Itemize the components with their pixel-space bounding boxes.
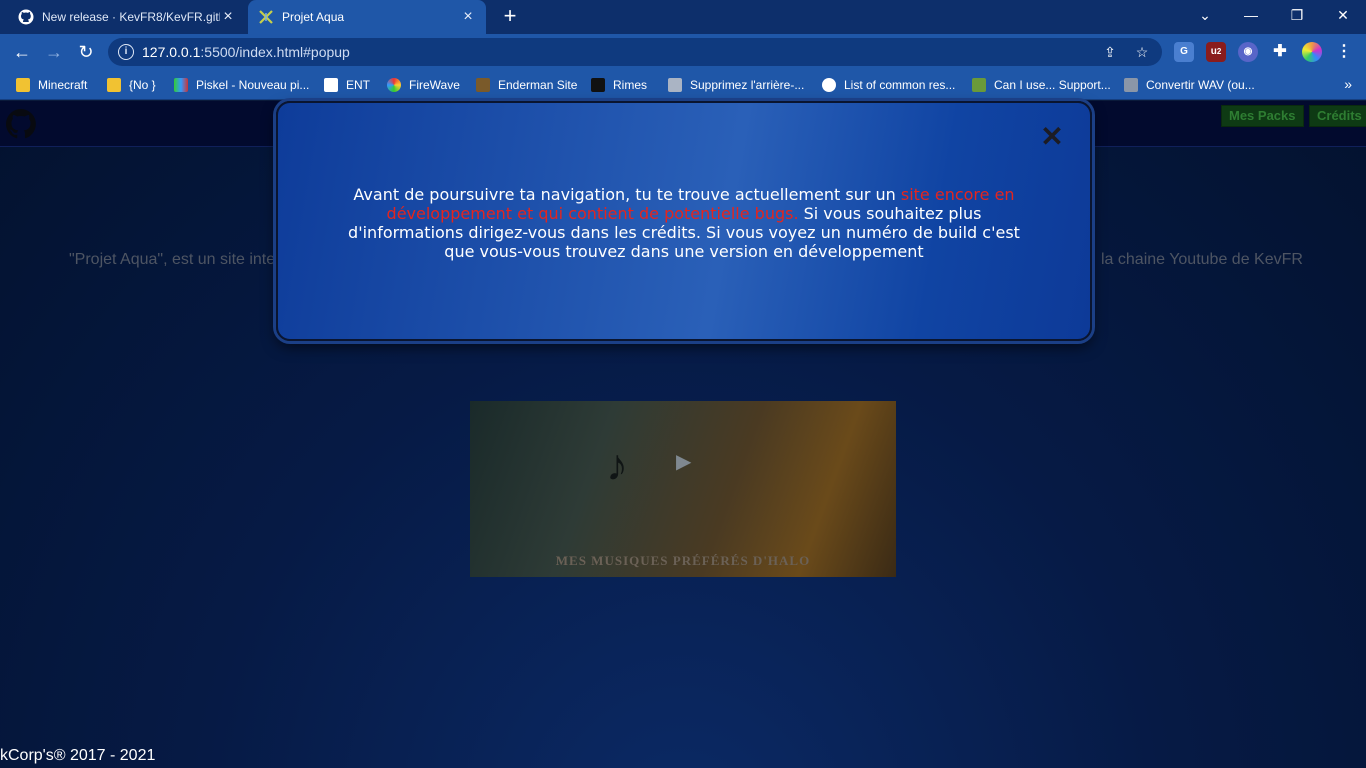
share-icon[interactable]: ⇪ — [1102, 44, 1118, 60]
url-text: 127.0.0.1:5500/index.html#popup — [142, 44, 350, 60]
mes-packs-button[interactable]: Mes Packs — [1221, 105, 1304, 127]
youtube-video-embed[interactable]: ♪ ▶ MES MUSIQUES PRÉFÉRÉS D'HALO — [470, 401, 896, 577]
bookmark-wikipedia[interactable]: List of common res... — [822, 76, 955, 94]
bookmarks-bar: Minecraft {No } Piskel - Nouveau pi... E… — [0, 70, 1366, 100]
bookmarks-overflow-button[interactable]: » — [1344, 76, 1352, 92]
bookmark-firewave[interactable]: FireWave — [387, 76, 460, 94]
bookmark-caniuse[interactable]: Can I use... Support... — [972, 76, 1111, 94]
bookmark-rimes[interactable]: Rimes — [591, 76, 647, 94]
tab-search-icon[interactable]: ⌄ — [1182, 0, 1228, 30]
github-icon — [18, 9, 34, 25]
new-tab-button[interactable]: + — [498, 4, 522, 28]
github-logo-icon[interactable] — [5, 109, 36, 139]
tab-title: Projet Aqua — [282, 10, 345, 24]
menu-kebab-icon[interactable]: ⋮ — [1334, 42, 1354, 62]
extensions-puzzle-icon[interactable]: ✚ — [1270, 42, 1290, 62]
ublock-extension-icon[interactable]: u2 — [1206, 42, 1226, 62]
translate-extension-icon[interactable]: G — [1174, 42, 1194, 62]
tab-title: New release · KevFR8/KevFR.githu — [42, 10, 220, 24]
convert-icon — [1124, 78, 1138, 92]
play-icon[interactable]: ▶ — [676, 449, 691, 474]
bookmark-convertir-wav[interactable]: Convertir WAV (ou... — [1124, 76, 1255, 94]
close-window-button[interactable]: ✕ — [1320, 0, 1366, 30]
footer-copyright: kCorp's® 2017 - 2021 — [0, 747, 156, 764]
site-info-icon[interactable]: i — [118, 44, 134, 60]
credits-button[interactable]: Crédits — [1309, 105, 1366, 127]
video-title: MES MUSIQUES PRÉFÉRÉS D'HALO — [555, 553, 811, 568]
reload-button[interactable]: ↻ — [74, 40, 98, 64]
music-note-icon: ♪ — [606, 441, 628, 490]
tab-github-release[interactable]: New release · KevFR8/KevFR.githu × — [8, 0, 246, 34]
bookmark-enderman[interactable]: Enderman Site — [476, 76, 577, 94]
tab-close-icon[interactable]: × — [220, 8, 236, 26]
popup-message: Avant de poursuivre ta navigation, tu te… — [348, 185, 1020, 261]
intro-text-right: la chaine Youtube de KevFR — [1101, 251, 1303, 268]
enderman-icon — [476, 78, 490, 92]
rimes-icon — [591, 78, 605, 92]
profile-avatar[interactable] — [1302, 42, 1322, 62]
bookmark-minecraft[interactable]: Minecraft — [16, 76, 87, 94]
browser-tabstrip: New release · KevFR8/KevFR.githu × Proje… — [0, 0, 1366, 34]
aqua-icon — [258, 9, 274, 25]
address-bar[interactable]: i 127.0.0.1:5500/index.html#popup ⇪ ☆ — [108, 38, 1162, 66]
dev-warning-popup: ✕ Avant de poursuivre ta navigation, tu … — [276, 101, 1092, 341]
wikipedia-icon — [822, 78, 836, 92]
piskel-icon — [174, 78, 188, 92]
restore-button[interactable]: ❐ — [1274, 0, 1320, 30]
tab-close-icon[interactable]: × — [460, 8, 476, 26]
discord-extension-icon[interactable]: ◉ — [1238, 42, 1258, 62]
removebg-icon — [668, 78, 682, 92]
ent-icon — [324, 78, 338, 92]
intro-text-left: "Projet Aqua", est un site inte — [69, 251, 276, 268]
bookmark-no[interactable]: {No } — [107, 76, 156, 94]
close-popup-icon[interactable]: ✕ — [1040, 123, 1064, 151]
folder-icon — [16, 78, 30, 92]
minimize-button[interactable]: — — [1228, 0, 1274, 30]
bookmark-ent[interactable]: ENT — [324, 76, 370, 94]
forward-button[interactable]: → — [42, 40, 66, 64]
tab-projet-aqua[interactable]: Projet Aqua × — [248, 0, 486, 34]
firewave-icon — [387, 78, 401, 92]
bookmark-remove-bg[interactable]: Supprimez l'arrière-... — [668, 76, 804, 94]
browser-toolbar: ← → ↻ i 127.0.0.1:5500/index.html#popup … — [0, 34, 1366, 70]
caniuse-icon — [972, 78, 986, 92]
back-button[interactable]: ← — [10, 40, 34, 64]
folder-icon — [107, 78, 121, 92]
bookmark-star-icon[interactable]: ☆ — [1134, 44, 1150, 60]
bookmark-piskel[interactable]: Piskel - Nouveau pi... — [174, 76, 309, 94]
